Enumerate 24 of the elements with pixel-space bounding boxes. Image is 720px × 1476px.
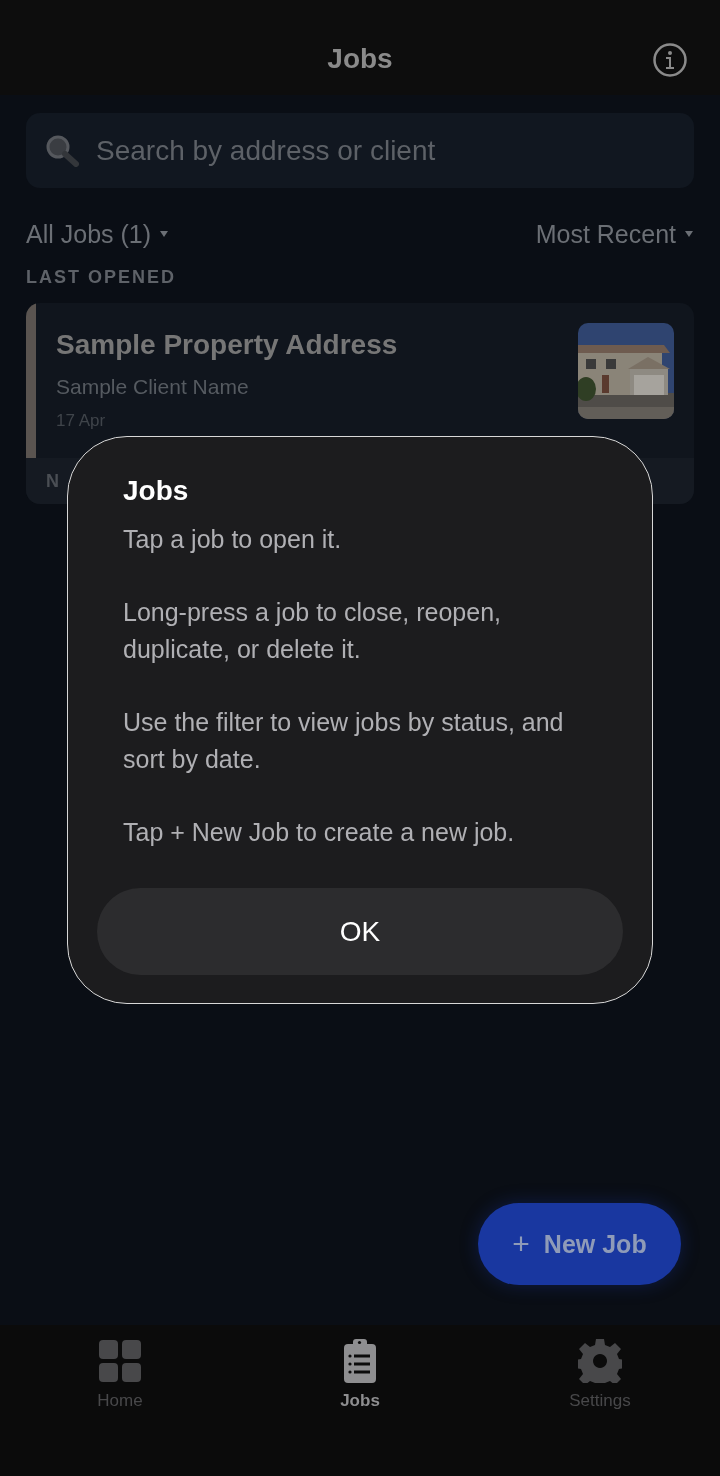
clipboard-icon bbox=[344, 1339, 376, 1383]
ok-button[interactable]: OK bbox=[97, 888, 623, 975]
gear-icon bbox=[578, 1339, 622, 1383]
grid-icon bbox=[99, 1340, 141, 1382]
section-heading: LAST OPENED bbox=[26, 267, 177, 288]
tab-item[interactable]: Jobs bbox=[240, 1325, 480, 1420]
filter-dropdown[interactable]: All Jobs (1) bbox=[26, 219, 170, 249]
tab-item[interactable]: Home bbox=[0, 1325, 240, 1420]
tab-item[interactable]: Settings bbox=[480, 1325, 720, 1420]
property-address: Sample Property Address bbox=[56, 329, 399, 361]
client-name: Sample Client Name bbox=[56, 375, 250, 399]
sort-dropdown[interactable]: Most Recent bbox=[535, 219, 694, 249]
search-icon bbox=[46, 135, 80, 167]
caret-icon bbox=[159, 230, 170, 238]
dialog-text: Use the filter to view jobs by status, and sort by date. bbox=[123, 707, 565, 775]
dialog-text: Tap a job to open it. bbox=[123, 524, 343, 555]
info-icon[interactable] bbox=[653, 43, 687, 77]
caret-icon bbox=[684, 230, 694, 238]
dialog-title: Jobs bbox=[123, 475, 190, 507]
dialog-text: Tap + New Job to create a new job. bbox=[123, 817, 516, 848]
dialog-text: Long-press a job to close, reopen, duplicate, or delete it. bbox=[123, 597, 502, 665]
search-field[interactable]: Search by address or client bbox=[26, 113, 694, 188]
new-job-button[interactable]: + New Job bbox=[478, 1203, 681, 1285]
screen-title: Jobs bbox=[327, 42, 393, 75]
